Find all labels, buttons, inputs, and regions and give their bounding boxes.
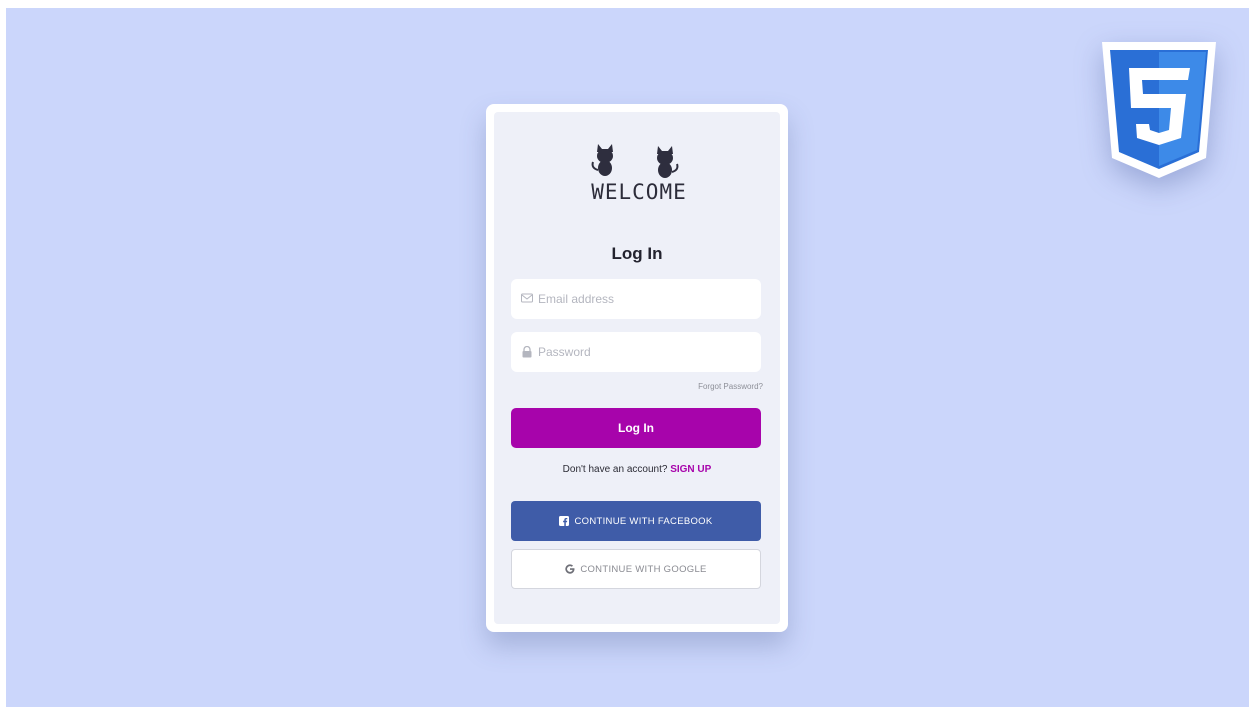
login-button[interactable]: Log In [511,408,761,448]
login-card: WELCOME Log In Forgot Password? Log In D… [486,104,788,632]
logo-text: WELCOME [591,180,687,204]
signup-link[interactable]: SIGN UP [670,464,711,475]
cat-icon [657,146,679,178]
google-button-label: CONTINUE WITH GOOGLE [580,563,707,575]
cat-icon [591,144,613,176]
continue-with-facebook-button[interactable]: CONTINUE WITH FACEBOOK [511,501,761,541]
signup-prompt-text: Don't have an account? [562,464,668,475]
continue-with-google-button[interactable]: CONTINUE WITH GOOGLE [511,549,761,589]
welcome-logo: WELCOME [581,138,697,214]
forgot-password-link[interactable]: Forgot Password? [698,382,763,391]
page-title: Log In [611,244,663,263]
login-card-body: WELCOME Log In Forgot Password? Log In D… [494,112,780,624]
lock-icon [521,346,533,358]
facebook-button-label: CONTINUE WITH FACEBOOK [574,515,713,527]
css3-logo-icon [1102,42,1216,178]
google-icon [565,564,575,574]
page-background: WELCOME Log In Forgot Password? Log In D… [6,8,1249,707]
password-field[interactable] [511,332,761,372]
envelope-icon [521,293,533,305]
facebook-icon [559,516,570,526]
password-input[interactable] [538,345,748,359]
email-field[interactable] [511,279,761,319]
signup-prompt: Don't have an account? SIGN UP [494,464,780,475]
email-input[interactable] [538,292,748,306]
